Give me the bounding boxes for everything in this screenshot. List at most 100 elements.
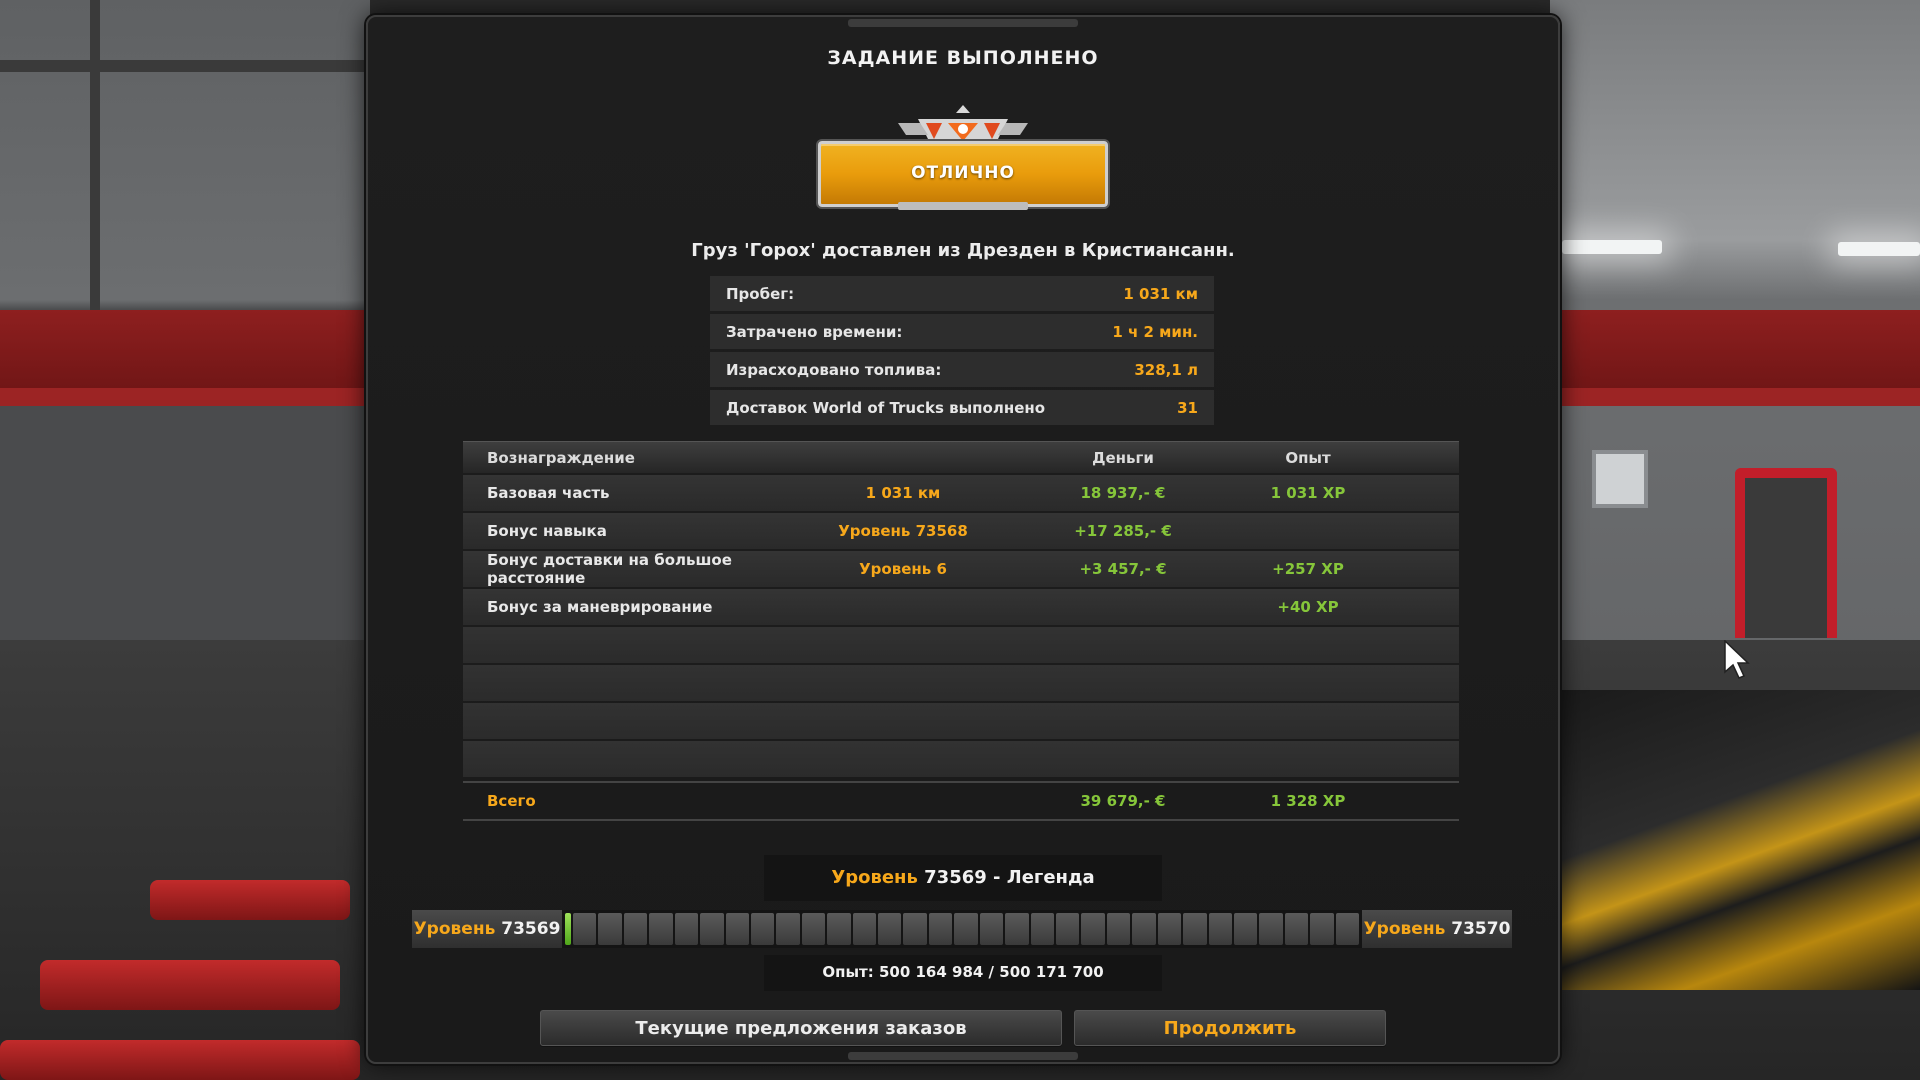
reward-table: Вознаграждение Деньги Опыт Базовая часть… [463,441,1459,821]
dialog-title: ЗАДАНИЕ ВЫПОЛНЕНО [827,47,1099,69]
reward-xp: +257 XP [1272,560,1344,578]
header-reward: Вознаграждение [487,448,635,467]
rating-badge: ОТЛИЧНО [818,83,1108,213]
xp-bar-next-level: Уровень 73570 [1362,910,1512,948]
mouse-cursor-icon [1724,640,1750,679]
truck-chassis [1550,690,1920,990]
reward-name: Базовая часть [487,484,610,502]
level-title: Уровень 73569 - Легенда [764,855,1162,901]
header-money: Деньги [1092,448,1154,467]
wall-red-stripe [0,310,370,400]
continue-button[interactable]: Продолжить [1074,1010,1386,1046]
reward-row: Базовая часть 1 031 км 18 937,- € 1 031 … [463,475,1459,511]
xp-segment [674,913,699,945]
stat-label: Затрачено времени: [726,322,903,341]
stat-value: 1 031 км [1123,284,1198,303]
reward-row: Бонус доставки на большое расстояние Уро… [463,551,1459,587]
reward-table-header: Вознаграждение Деньги Опыт [463,441,1459,473]
wall-red-stripe [1550,310,1920,400]
xp-segment [928,913,953,945]
stat-row-distance: Пробег: 1 031 км [710,276,1214,311]
xp-segment [776,913,800,945]
reward-row: Бонус за маневрирование +40 XP [463,589,1459,625]
wall-sign [1592,450,1648,508]
stat-value: 328,1 л [1134,360,1198,379]
xp-segment [649,913,673,945]
reward-extra: Уровень 6 [859,560,947,578]
ceiling-light [1838,242,1920,256]
xp-segment [1081,913,1105,945]
xp-bar-segments [562,910,1362,948]
badge-bottom-bar [898,202,1028,210]
reward-name: Бонус за маневрирование [487,598,713,616]
stat-row-wot-deliveries: Доставок World of Trucks выполнено 31 [710,390,1214,425]
xp-bar-current-level: Уровень 73569 [412,910,562,948]
reward-extra: Уровень 73568 [838,522,968,540]
xp-segment [725,913,749,945]
reward-xp: 1 031 XP [1270,484,1346,502]
xp-segment [954,913,978,945]
rating-emblem-icon [898,105,1028,143]
stat-value: 31 [1177,398,1198,417]
xp-segment [1259,913,1283,945]
xp-segment [750,913,775,945]
xp-segment [852,913,877,945]
reward-xp: +40 XP [1277,598,1339,616]
xp-segment [1208,913,1232,945]
stat-label: Пробег: [726,284,795,303]
reward-row-empty [463,741,1459,777]
total-label: Всего [487,792,536,810]
reward-row-empty [463,627,1459,663]
level-word: Уровень [413,919,496,939]
reward-row-empty [463,703,1459,739]
panel-bottom-notch [848,1052,1078,1060]
stat-label: Израсходовано топлива: [726,360,942,379]
level-word: Уровень [1363,919,1446,939]
xp-segment [573,913,597,945]
reward-row-empty [463,665,1459,701]
rank-name: - Легенда [986,867,1095,888]
xp-segment [1183,913,1207,945]
header-xp: Опыт [1285,448,1331,467]
xp-segment [1132,913,1156,945]
xp-segment [1106,913,1131,945]
stat-label: Доставок World of Trucks выполнено [726,398,1046,417]
rating-label: ОТЛИЧНО [911,163,1015,183]
xp-segment-filled [565,913,571,945]
lift-ramp [150,880,350,920]
red-stand [1735,468,1837,638]
xp-segment [1233,913,1258,945]
xp-segment [700,913,724,945]
xp-segment [598,913,622,945]
total-xp: 1 328 XP [1270,792,1346,810]
lift-ramp [0,1040,360,1080]
stat-row-time: Затрачено времени: 1 ч 2 мин. [710,314,1214,349]
current-offers-button[interactable]: Текущие предложения заказов [540,1010,1062,1046]
wall-red-line [0,388,370,406]
job-stats: Пробег: 1 031 км Затрачено времени: 1 ч … [710,276,1214,428]
stat-row-fuel: Израсходовано топлива: 328,1 л [710,352,1214,387]
stat-value: 1 ч 2 мин. [1112,322,1198,341]
ceiling-beam [0,60,370,72]
xp-segment [979,913,1004,945]
reward-row: Бонус навыка Уровень 73568 +17 285,- € [463,513,1459,549]
xp-segment [1310,913,1334,945]
xp-segment [801,913,826,945]
delivery-message: Груз 'Горох' доставлен из Дрезден в Крис… [691,240,1235,261]
xp-segment [903,913,927,945]
reward-name: Бонус навыка [487,522,607,540]
xp-segment [1030,913,1055,945]
xp-progress-bar: Уровень 73569 Уровень 73570 [412,910,1512,948]
reward-money: +3 457,- € [1079,560,1167,578]
xp-segment [623,913,648,945]
wall-red-line [1550,388,1920,406]
ceiling-beam [90,0,100,310]
level-number: 73569 [501,919,561,939]
panel-top-notch [848,19,1078,27]
reward-name: Бонус доставки на большое расстояние [487,551,732,587]
xp-segment [1335,913,1360,945]
reward-money: +17 285,- € [1074,522,1172,540]
job-completed-dialog: ЗАДАНИЕ ВЫПОЛНЕНО ОТЛИЧНО Груз 'Горох' д… [366,15,1560,1064]
reward-money: 18 937,- € [1080,484,1166,502]
xp-counter: Опыт: 500 164 984 / 500 171 700 [764,955,1162,991]
